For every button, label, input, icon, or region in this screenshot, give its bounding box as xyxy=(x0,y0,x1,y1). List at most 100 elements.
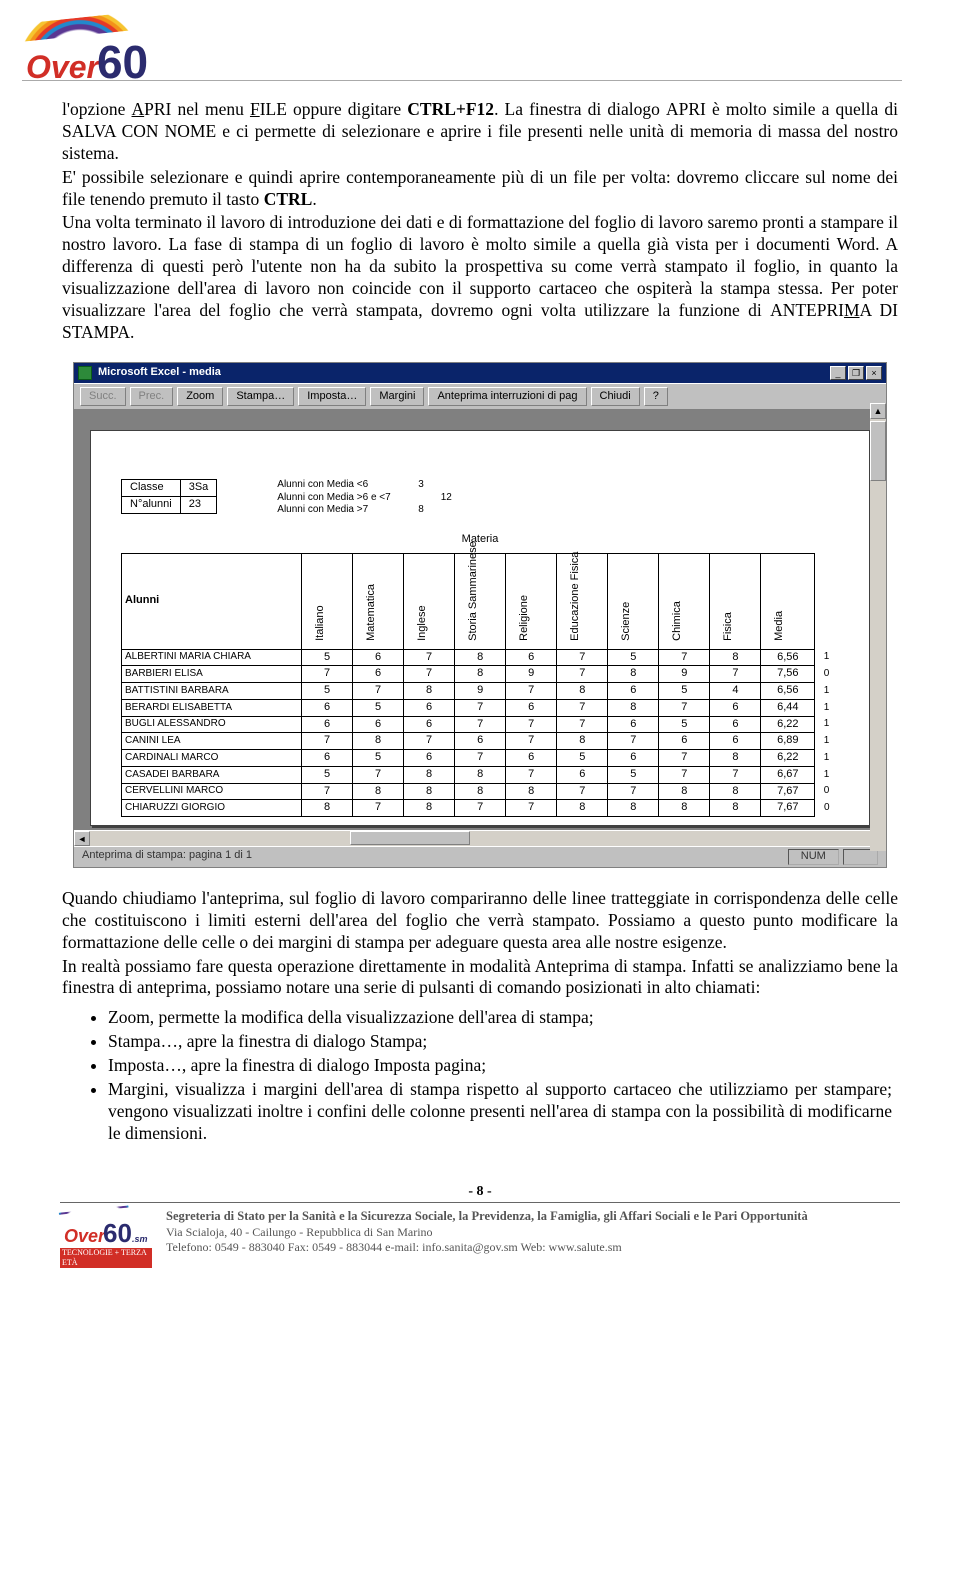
cell: 7 xyxy=(506,766,557,783)
student-name: BARBIERI ELISA xyxy=(122,666,302,683)
minimize-button[interactable]: _ xyxy=(830,366,846,380)
footer-l3: Telefono: 0549 - 883040 Fax: 0549 - 8830… xyxy=(166,1240,808,1255)
cell: 9 xyxy=(659,666,710,683)
toolbar-stampa[interactable]: Stampa… xyxy=(227,387,294,407)
cell: 8 xyxy=(404,783,455,800)
toolbar-chiudi[interactable]: Chiudi xyxy=(591,387,640,407)
col-header: Matematica xyxy=(353,553,404,649)
toolbar-anteprimainterruzionidipag[interactable]: Anteprima interruzioni di pag xyxy=(428,387,586,407)
list-item: Imposta…, apre la finestra di dialogo Im… xyxy=(108,1055,898,1077)
student-name: CASADEI BARBARA xyxy=(122,766,302,783)
col-header: Fisica xyxy=(710,553,761,649)
cell: 7 xyxy=(302,783,353,800)
col-header: Italiano xyxy=(302,553,353,649)
page-header: Over60 xyxy=(0,0,960,85)
table-row: CERVELLINI MARCO7888877887,670 xyxy=(122,783,839,800)
toolbar-imposta[interactable]: Imposta… xyxy=(298,387,366,407)
status-empty xyxy=(843,849,878,865)
cell: 6 xyxy=(659,733,710,750)
paper-area: Classe3Sa N°alunni23 Alunni con Media <6… xyxy=(74,410,886,830)
cell: 6 xyxy=(455,733,506,750)
ctrl-f12: CTRL+F12 xyxy=(407,99,494,119)
v-scrollbar[interactable]: ▲ xyxy=(870,403,886,851)
toolbar-succ: Succ. xyxy=(80,387,126,407)
table-row: BUGLI ALESSANDRO6667776566,221 xyxy=(122,716,839,733)
scroll-up-icon[interactable]: ▲ xyxy=(870,403,886,419)
cell: 8 xyxy=(608,699,659,716)
cell: 6,89 xyxy=(761,733,815,750)
toolbar-[interactable]: ? xyxy=(644,387,668,407)
maximize-button[interactable]: ❐ xyxy=(848,366,864,380)
cell: 6 xyxy=(353,666,404,683)
cell: 6 xyxy=(302,716,353,733)
bullet-list: Zoom, permette la modifica della visuali… xyxy=(108,1007,898,1144)
col-header: Scienze xyxy=(608,553,659,649)
cell: 7 xyxy=(557,649,608,666)
scroll-thumb[interactable] xyxy=(350,831,470,845)
cell: 7 xyxy=(659,699,710,716)
cell: 6,56 xyxy=(761,683,815,700)
cell: 7 xyxy=(506,683,557,700)
data-table: AlunniItalianoMatematicaIngleseStoria Sa… xyxy=(121,553,839,818)
cell: 7 xyxy=(506,733,557,750)
cell: 7 xyxy=(353,683,404,700)
table-row: CHIARUZZI GIORGIO8787788887,670 xyxy=(122,800,839,817)
cell: 6,67 xyxy=(761,766,815,783)
student-name: BERARDI ELISABETTA xyxy=(122,699,302,716)
info-table: Classe3Sa N°alunni23 xyxy=(121,479,217,514)
cell: 7 xyxy=(302,733,353,750)
scroll-left-icon[interactable]: ◄ xyxy=(74,831,90,846)
table-row: CARDINALI MARCO6567656786,221 xyxy=(122,750,839,767)
table-row: ALBERTINI MARIA CHIARA5678675786,561 xyxy=(122,649,839,666)
cell: 7 xyxy=(506,716,557,733)
stat-row: Alunni con Media >6 e <712 xyxy=(277,492,452,505)
cell: 6,22 xyxy=(761,716,815,733)
stats: Alunni con Media <63Alunni con Media >6 … xyxy=(277,479,452,517)
t: E' possibile selezionare e quindi aprire… xyxy=(62,167,898,209)
statusbar: Anteprima di stampa: pagina 1 di 1 NUM xyxy=(74,846,886,867)
cell: 7 xyxy=(710,666,761,683)
close-button[interactable]: × xyxy=(866,366,882,380)
cell: 7 xyxy=(659,750,710,767)
cell: 6,44 xyxy=(761,699,815,716)
cell: 7 xyxy=(557,699,608,716)
cell: 6 xyxy=(710,733,761,750)
toolbar-margini[interactable]: Margini xyxy=(370,387,424,407)
page-footer: - 8 - Over60.sm TECNOLOGIE + TERZA ETÀ S… xyxy=(0,1159,960,1289)
nalunni-value: 23 xyxy=(180,497,217,514)
footer-l1: Segreteria di Stato per la Sanità e la S… xyxy=(166,1209,808,1225)
cell: 6 xyxy=(506,699,557,716)
cell: 8 xyxy=(404,800,455,817)
v-scroll-thumb[interactable] xyxy=(870,421,886,481)
excel-screenshot: Microsoft Excel - media _ ❐ × Succ.Prec.… xyxy=(73,362,887,868)
table-row: BARBIERI ELISA7678978977,560 xyxy=(122,666,839,683)
student-name: CERVELLINI MARCO xyxy=(122,783,302,800)
cell: 6 xyxy=(710,699,761,716)
cell: 7 xyxy=(404,733,455,750)
cell: 6 xyxy=(302,750,353,767)
cell: 7 xyxy=(557,716,608,733)
cell: 8 xyxy=(353,733,404,750)
cell: 6 xyxy=(557,766,608,783)
cell: 5 xyxy=(302,766,353,783)
cell: 8 xyxy=(506,783,557,800)
cell: 6 xyxy=(608,716,659,733)
cell: 8 xyxy=(353,783,404,800)
cell: 8 xyxy=(404,766,455,783)
cell: 6,22 xyxy=(761,750,815,767)
student-name: ALBERTINI MARIA CHIARA xyxy=(122,649,302,666)
t: nel menu xyxy=(171,99,250,119)
h-scrollbar[interactable]: ◄ ► xyxy=(74,830,886,846)
cell: 8 xyxy=(710,800,761,817)
t: . xyxy=(130,322,134,342)
cell: 7 xyxy=(353,766,404,783)
t: è molto simile a quella di xyxy=(706,99,898,119)
toolbar-zoom[interactable]: Zoom xyxy=(177,387,223,407)
header-rule xyxy=(22,80,902,81)
cell: 7,67 xyxy=(761,800,815,817)
cell: 8 xyxy=(302,800,353,817)
status-text: Anteprima di stampa: pagina 1 di 1 xyxy=(82,849,784,865)
footer-logo-sm: .sm xyxy=(132,1234,148,1244)
cell: 8 xyxy=(710,649,761,666)
nalunni-label: N°alunni xyxy=(122,497,181,514)
